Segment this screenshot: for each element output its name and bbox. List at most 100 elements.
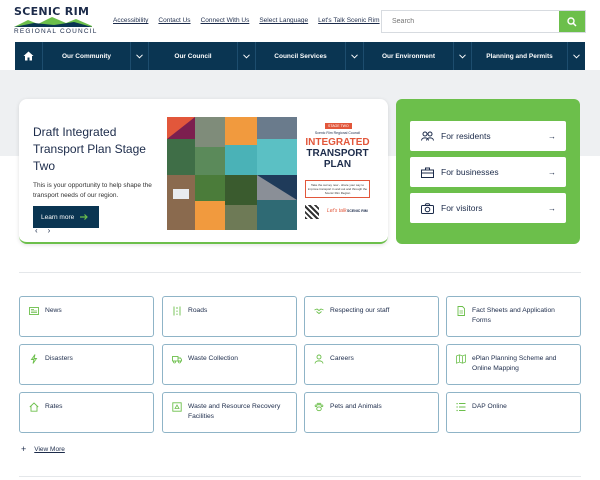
chevron-down-icon[interactable] bbox=[345, 42, 363, 70]
site-header: SCENIC RIM REGIONAL COUNCIL Accessibilit… bbox=[0, 0, 600, 42]
tile-label: News bbox=[45, 307, 62, 314]
poster-title-line3: PLAN bbox=[323, 159, 352, 170]
tile-waste-collection[interactable]: Waste Collection bbox=[162, 344, 297, 385]
util-link-lets-talk[interactable]: Let's Talk Scenic Rim bbox=[318, 17, 379, 24]
arrow-right-icon: → bbox=[548, 167, 556, 177]
feature-description: This is your opportunity to help shape t… bbox=[33, 182, 152, 199]
tile-label: Fact Sheets and Application Forms bbox=[472, 307, 555, 324]
nav-item-community[interactable]: Our Community bbox=[43, 42, 149, 70]
nav-home[interactable] bbox=[15, 42, 43, 70]
road-icon bbox=[173, 306, 181, 316]
tile-waste-recovery[interactable]: Waste and Resource Recovery Facilities bbox=[162, 392, 297, 433]
lightning-icon bbox=[30, 354, 38, 364]
chevron-down-icon[interactable] bbox=[237, 42, 255, 70]
link-residents-label: For residents bbox=[441, 131, 491, 141]
chevron-down-icon[interactable] bbox=[567, 42, 585, 70]
nav-item-council[interactable]: Our Council bbox=[149, 42, 256, 70]
plus-icon: + bbox=[21, 444, 27, 454]
utility-links: Accessibility Contact Us Connect With Us… bbox=[113, 17, 380, 24]
section-divider bbox=[19, 272, 581, 273]
chevron-left-icon[interactable]: ‹ bbox=[35, 226, 38, 235]
search-button[interactable] bbox=[559, 11, 585, 32]
tile-roads[interactable]: Roads bbox=[162, 296, 297, 337]
feature-title: Draft Integrated Transport Plan Stage Tw… bbox=[33, 125, 146, 173]
audience-links-panel: For residents → For businesses → For vis… bbox=[396, 99, 580, 244]
recycle-icon bbox=[172, 402, 182, 412]
poster-org: Scenic Rim Regional Council bbox=[314, 131, 361, 135]
link-visitors[interactable]: For visitors → bbox=[410, 193, 566, 223]
tile-label: Careers bbox=[330, 355, 354, 362]
nav-label: Our Council bbox=[174, 52, 212, 60]
tile-label: Disasters bbox=[45, 355, 73, 362]
tile-label: Roads bbox=[188, 307, 208, 314]
slider-controls: ‹ › bbox=[35, 226, 50, 235]
poster-logo: SCENIC RIM bbox=[347, 209, 368, 213]
link-businesses[interactable]: For businesses → bbox=[410, 157, 566, 187]
tile-eplan[interactable]: ePlan Planning Scheme and Online Mapping bbox=[446, 344, 581, 385]
map-icon bbox=[456, 354, 466, 364]
tile-label: Pets and Animals bbox=[330, 403, 382, 410]
tile-dap-online[interactable]: DAP Online bbox=[446, 392, 581, 433]
people-icon bbox=[420, 129, 434, 143]
qr-code-icon bbox=[305, 205, 319, 219]
chevron-down-icon[interactable] bbox=[130, 42, 148, 70]
learn-more-label: Learn more bbox=[41, 213, 75, 221]
arrow-right-icon: → bbox=[548, 203, 556, 213]
nav-label: Planning and Permits bbox=[486, 52, 553, 60]
link-visitors-label: For visitors bbox=[441, 203, 483, 213]
search-icon bbox=[567, 16, 577, 27]
feature-card: Draft Integrated Transport Plan Stage Tw… bbox=[19, 99, 388, 244]
camera-icon bbox=[420, 201, 434, 215]
poster-title: INTEGRATED TRANSPORT PLAN bbox=[297, 137, 378, 170]
learn-more-button[interactable]: Learn more bbox=[33, 206, 99, 228]
list-icon bbox=[456, 403, 466, 412]
logo-subtitle: REGIONAL COUNCIL bbox=[14, 28, 98, 35]
tile-careers[interactable]: Careers bbox=[304, 344, 439, 385]
logo-mountains-icon bbox=[14, 17, 92, 27]
nav-label: Council Services bbox=[274, 52, 327, 60]
tile-label: Rates bbox=[45, 403, 63, 410]
nav-item-environment[interactable]: Our Environment bbox=[364, 42, 472, 70]
link-businesses-label: For businesses bbox=[441, 167, 499, 177]
briefcase-icon bbox=[420, 165, 434, 179]
chevron-down-icon[interactable] bbox=[453, 42, 471, 70]
link-residents[interactable]: For residents → bbox=[410, 121, 566, 151]
view-more-link[interactable]: + View More bbox=[21, 444, 65, 454]
tile-label: Respecting our staff bbox=[330, 307, 390, 314]
handshake-icon bbox=[314, 308, 324, 315]
arrow-right-icon: → bbox=[548, 131, 556, 141]
nav-item-planning[interactable]: Planning and Permits bbox=[472, 42, 585, 70]
tile-label: ePlan Planning Scheme and Online Mapping bbox=[472, 355, 557, 372]
tile-pets[interactable]: Pets and Animals bbox=[304, 392, 439, 433]
tile-disasters[interactable]: Disasters bbox=[19, 344, 154, 385]
poster-title-line2: TRANSPORT bbox=[306, 148, 369, 159]
site-logo[interactable]: SCENIC RIM REGIONAL COUNCIL bbox=[14, 5, 100, 39]
poster-lets-talk: Let's talk bbox=[327, 208, 347, 214]
poster-title-line1: INTEGRATED bbox=[305, 137, 370, 148]
tile-rates[interactable]: Rates bbox=[19, 392, 154, 433]
house-icon bbox=[29, 402, 39, 412]
util-link-connect[interactable]: Connect With Us bbox=[201, 17, 250, 24]
tile-respecting-staff[interactable]: Respecting our staff bbox=[304, 296, 439, 337]
tile-label: Waste Collection bbox=[188, 355, 238, 362]
tile-fact-sheets[interactable]: Fact Sheets and Application Forms bbox=[446, 296, 581, 337]
util-link-contact[interactable]: Contact Us bbox=[158, 17, 190, 24]
chevron-right-icon[interactable]: › bbox=[48, 226, 51, 235]
tile-news[interactable]: News bbox=[19, 296, 154, 337]
search-input[interactable] bbox=[382, 11, 559, 32]
util-link-accessibility[interactable]: Accessibility bbox=[113, 17, 148, 24]
paw-icon bbox=[314, 402, 324, 412]
search-bar bbox=[381, 10, 586, 33]
tile-label: Waste and Resource Recovery Facilities bbox=[188, 403, 281, 420]
transport-plan-poster: STAGE TWO Scenic Rim Regional Council IN… bbox=[297, 117, 378, 230]
main-nav: Our Community Our Council Council Servic… bbox=[15, 42, 585, 70]
feature-image: STAGE TWO Scenic Rim Regional Council IN… bbox=[167, 117, 378, 230]
util-link-language[interactable]: Select Language bbox=[259, 17, 308, 24]
tile-label: DAP Online bbox=[472, 403, 507, 410]
poster-tag: STAGE TWO bbox=[325, 123, 352, 129]
nav-item-services[interactable]: Council Services bbox=[256, 42, 364, 70]
poster-survey-box: Take the survey now - share your say to … bbox=[305, 180, 370, 198]
arrow-right-icon bbox=[80, 214, 89, 220]
document-icon bbox=[457, 306, 465, 316]
view-more-label: View More bbox=[34, 445, 65, 453]
